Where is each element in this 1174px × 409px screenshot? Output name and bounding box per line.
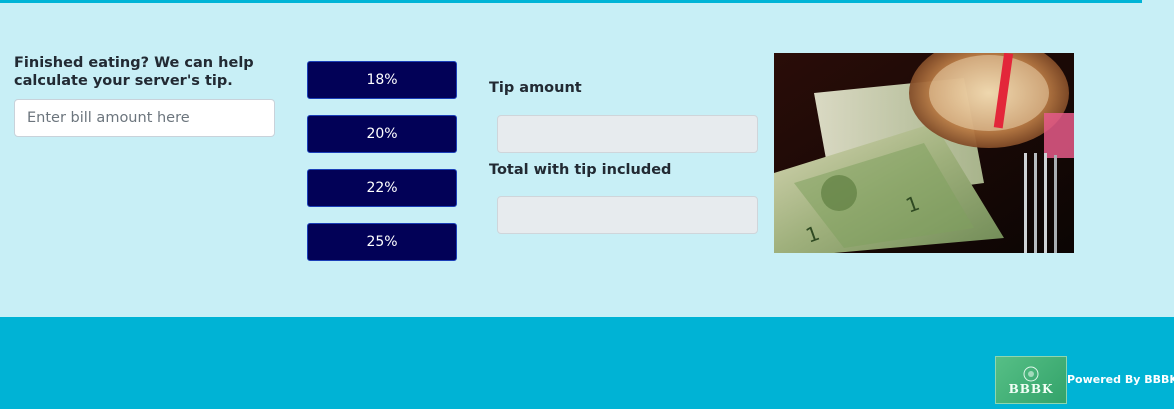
tip-amount-label: Tip amount <box>489 80 582 96</box>
prompt-text: Finished eating? We can help calculate y… <box>14 55 254 89</box>
tip-amount-field <box>497 115 758 153</box>
tip-18-button[interactable]: 18% <box>307 61 457 99</box>
tip-photo: 1 1 <box>774 53 1074 253</box>
logo-text: BBBK <box>1008 382 1054 396</box>
bbbk-logo: BBBK <box>995 356 1067 404</box>
emblem-icon <box>1023 366 1039 382</box>
total-field <box>497 196 758 234</box>
total-label: Total with tip included <box>489 162 672 178</box>
tip-22-button[interactable]: 22% <box>307 169 457 207</box>
tip-20-button[interactable]: 20% <box>307 115 457 153</box>
bill-amount-input[interactable] <box>14 99 275 137</box>
powered-by-text: Powered By BBBK <box>1067 373 1174 386</box>
tip-25-button[interactable]: 25% <box>307 223 457 261</box>
